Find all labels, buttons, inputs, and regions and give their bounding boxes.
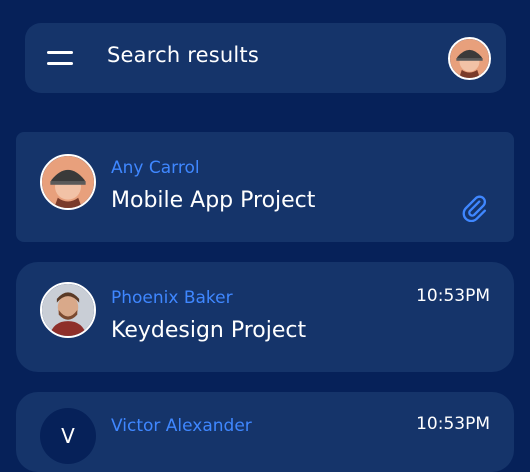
message-subject: Keydesign Project [111, 318, 307, 343]
sender-name: Victor Alexander [111, 416, 252, 436]
avatar-photo [42, 156, 94, 208]
menu-line [47, 51, 73, 54]
message-subject: Mobile App Project [111, 188, 316, 213]
menu-line [47, 62, 73, 65]
sender-avatar [40, 282, 96, 338]
sender-avatar [40, 154, 96, 210]
sender-name: Any Carrol [111, 158, 200, 178]
hamburger-menu-icon[interactable] [47, 47, 75, 69]
message-item[interactable]: V Victor Alexander 10:53PM [16, 392, 514, 472]
avatar-photo [42, 284, 94, 336]
message-item[interactable]: Any Carrol Mobile App Project [16, 132, 514, 242]
sender-avatar-initial: V [40, 408, 96, 464]
page-title: Search results [107, 43, 259, 67]
user-avatar[interactable] [448, 37, 491, 80]
paperclip-icon[interactable] [460, 194, 488, 222]
avatar-photo [450, 39, 489, 78]
message-time: 10:53PM [416, 286, 490, 306]
message-item[interactable]: Phoenix Baker 10:53PM Keydesign Project [16, 262, 514, 372]
search-bar[interactable]: Search results [25, 23, 506, 93]
sender-name: Phoenix Baker [111, 288, 233, 308]
message-time: 10:53PM [416, 414, 490, 434]
